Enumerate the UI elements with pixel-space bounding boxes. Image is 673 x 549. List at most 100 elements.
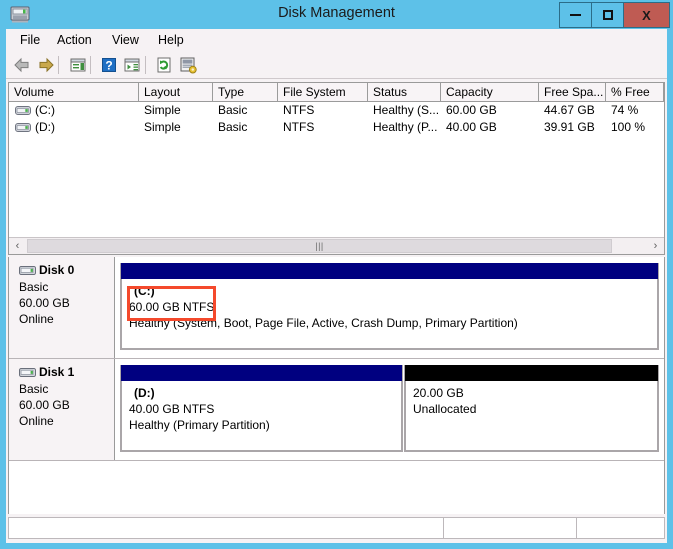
drive-icon [15,105,31,116]
svg-text:?: ? [105,59,112,73]
forward-arrow-icon[interactable] [36,55,56,75]
cell-layout: Simple [144,103,181,117]
disk-info-disk-0[interactable]: Disk 0 Basic 60.00 GB Online [9,257,115,358]
window-controls: X [559,2,670,28]
horizontal-scrollbar[interactable]: ‹ ||| › [9,237,664,254]
menu-file[interactable]: File [14,32,46,49]
drive-icon [15,122,31,133]
toolbar-separator [90,56,91,74]
back-arrow-icon[interactable] [12,55,32,75]
volume-list[interactable]: Volume Layout Type File System Status Ca… [8,82,665,255]
disk-icon [19,367,36,378]
help-icon[interactable]: ? [99,55,119,75]
menu-help[interactable]: Help [152,32,190,49]
toolbar-separator [145,56,146,74]
column-header-layout[interactable]: Layout [139,83,213,102]
cell-type: Basic [218,120,248,134]
cell-capacity: 40.00 GB [446,120,497,134]
toolbar-separator [58,56,59,74]
disk-title: Disk 1 [19,365,114,381]
status-bar [6,514,667,543]
column-header-status[interactable]: Status [368,83,441,102]
disk-icon [19,265,36,276]
partition-details: (D:) 40.00 GB NTFS Healthy (Primary Part… [121,381,402,451]
show-hide-action-pane-icon[interactable] [122,55,142,75]
partition-unallocated[interactable]: 20.00 GB Unallocated [404,365,659,452]
maximize-icon [602,10,613,20]
cell-status: Healthy (S... [373,103,440,117]
column-header-type[interactable]: Type [213,83,278,102]
partition-c[interactable]: (C:) 60.00 GB NTFS Healthy (System, Boot… [120,263,659,350]
status-pane-tertiary [576,517,665,539]
partition-color-bar [121,263,658,279]
cell-layout: Simple [144,120,181,134]
disk-title: Disk 0 [19,263,114,279]
cell-free-space: 44.67 GB [544,103,595,117]
disk-graphical-view: Disk 0 Basic 60.00 GB Online (C:) 60.00 … [8,257,665,515]
disk-name: Disk 0 [39,263,75,277]
scroll-left-arrow-icon[interactable]: ‹ [9,238,26,254]
refresh-icon[interactable] [154,55,174,75]
disk-capacity: 60.00 GB [19,398,70,412]
disk-name: Disk 1 [39,365,75,379]
partition-label: (C:) [134,284,155,298]
menu-bar: File Action View Help [6,29,667,53]
partition-details: (C:) 60.00 GB NTFS Healthy (System, Boot… [121,279,658,349]
partition-color-bar [405,365,658,381]
column-header-free-space[interactable]: Free Spa... [539,83,606,102]
cell-volume: (D:) [35,120,55,134]
partition-details: 20.00 GB Unallocated [405,381,658,451]
disk-row-disk-1[interactable]: Disk 1 Basic 60.00 GB Online (D:) 40.00 … [9,359,664,461]
scroll-right-arrow-icon[interactable]: › [647,238,664,254]
column-header-capacity[interactable]: Capacity [441,83,539,102]
partition-label: (D:) [134,386,155,400]
cell-percent-free: 74 % [611,103,639,117]
cell-file-system: NTFS [283,120,315,134]
rescan-disks-icon[interactable] [178,55,198,75]
cell-capacity: 60.00 GB [446,103,497,117]
cell-percent-free: 100 % [611,120,646,134]
disk-row-disk-0[interactable]: Disk 0 Basic 60.00 GB Online (C:) 60.00 … [9,257,664,359]
cell-status: Healthy (P... [373,120,438,134]
menu-view[interactable]: View [106,32,145,49]
table-row[interactable]: (C:) Simple Basic NTFS Healthy (S... 60.… [9,102,664,119]
disk-0-partitions: (C:) 60.00 GB NTFS Healthy (System, Boot… [115,257,664,358]
disk-1-partitions: (D:) 40.00 GB NTFS Healthy (Primary Part… [115,359,664,460]
volume-list-header: Volume Layout Type File System Status Ca… [9,83,664,102]
disk-capacity: 60.00 GB [19,296,70,310]
menu-action[interactable]: Action [51,32,98,49]
disk-type: Basic [19,382,49,396]
partition-color-bar [121,365,402,381]
minimize-button[interactable] [559,2,592,28]
toolbar: ? [6,52,667,79]
partition-d[interactable]: (D:) 40.00 GB NTFS Healthy (Primary Part… [120,365,403,452]
show-hide-console-tree-icon[interactable] [68,55,88,75]
table-row[interactable]: (D:) Simple Basic NTFS Healthy (P... 40.… [9,119,664,136]
partition-size-fs: 60.00 GB NTFS [129,300,215,314]
partition-size-fs: 20.00 GB [413,386,464,400]
maximize-button[interactable] [591,2,624,28]
disk-state: Online [19,312,54,326]
partition-status: Healthy (Primary Partition) [129,418,270,432]
cell-volume: (C:) [35,103,55,117]
status-pane-main [8,517,444,539]
partition-status: Healthy (System, Boot, Page File, Active… [129,316,518,330]
volume-list-rows: (C:) Simple Basic NTFS Healthy (S... 60.… [9,102,664,136]
disk-type: Basic [19,280,49,294]
client-area: File Action View Help ? Volume Layout Ty… [6,29,667,543]
minimize-icon [570,14,581,16]
disk-management-window: Disk Management X File Action View Help [0,0,673,549]
partition-status: Unallocated [413,402,477,416]
cell-type: Basic [218,103,248,117]
status-pane-secondary [443,517,577,539]
cell-file-system: NTFS [283,103,315,117]
column-header-percent-free[interactable]: % Free [606,83,664,102]
partition-size-fs: 40.00 GB NTFS [129,402,215,416]
column-header-volume[interactable]: Volume [9,83,139,102]
close-button[interactable]: X [623,2,670,28]
scrollbar-thumb[interactable]: ||| [27,239,612,253]
cell-free-space: 39.91 GB [544,120,595,134]
disk-info-disk-1[interactable]: Disk 1 Basic 60.00 GB Online [9,359,115,460]
title-bar: Disk Management X [0,0,673,29]
column-header-file-system[interactable]: File System [278,83,368,102]
